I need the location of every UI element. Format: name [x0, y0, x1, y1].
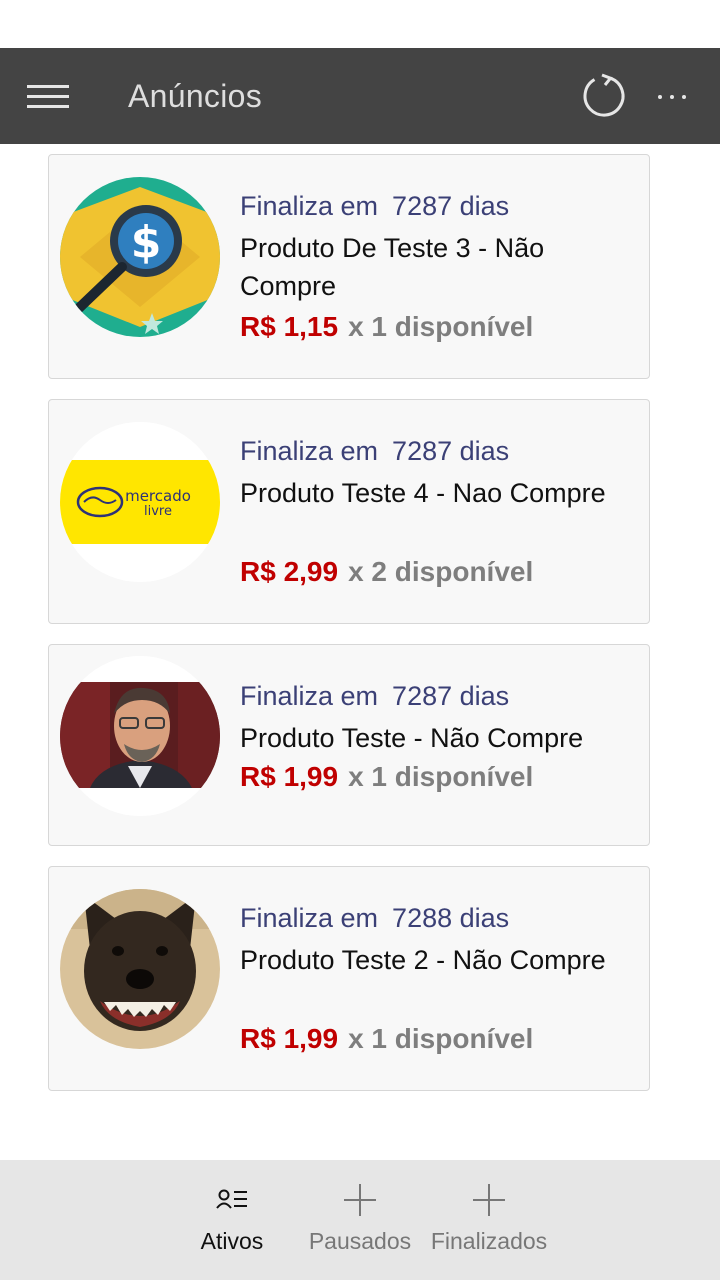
price: R$ 1,99 — [240, 761, 339, 792]
price: R$ 1,15 — [240, 311, 339, 342]
price-line: R$ 1,99 x 1 disponível — [240, 761, 533, 793]
logo-text: mercado — [125, 487, 191, 505]
expires-days: 7287 dias — [392, 436, 510, 466]
listing-title: Produto Teste 4 - Nao Compre — [240, 478, 606, 508]
more-options-icon[interactable] — [652, 78, 692, 114]
expires-label: Finaliza em — [240, 681, 379, 711]
expires-days: 7288 dias — [392, 903, 510, 933]
svg-text:$: $ — [131, 217, 162, 268]
status-bar-area — [0, 0, 720, 48]
expires-label: Finaliza em — [240, 436, 379, 466]
tab-label: Pausados — [308, 1228, 412, 1254]
expires-text: Finaliza em 7287 dias — [240, 436, 509, 467]
bottom-app-bar: Ativos Pausados Finalizados — [0, 1160, 720, 1280]
availability: x 1 disponível — [348, 1023, 534, 1054]
plus-icon — [344, 1184, 376, 1216]
price-line: R$ 2,99 x 2 disponível — [240, 556, 533, 588]
availability: x 2 disponível — [348, 556, 534, 587]
expires-label: Finaliza em — [240, 191, 379, 221]
price-line: R$ 1,15 x 1 disponível — [240, 311, 533, 343]
listing-card[interactable]: Finaliza em 7288 dias Produto Teste 2 - N… — [48, 866, 650, 1091]
listing-title: Produto De Teste 3 - Não Compre — [240, 233, 545, 301]
tab-pausados[interactable]: Pausados — [304, 1160, 416, 1280]
price: R$ 2,99 — [240, 556, 339, 587]
listing-card[interactable]: mercado livre Finaliza em 7287 dias Produ… — [48, 399, 650, 624]
plus-icon — [473, 1184, 505, 1216]
person-list-icon — [216, 1189, 247, 1209]
listing-card[interactable]: Finaliza em 7287 dias Produto Teste - Não… — [48, 644, 650, 846]
man-portrait-photo — [60, 656, 220, 816]
expires-text: Finaliza em 7288 dias — [240, 903, 509, 934]
listing-title: Produto Teste - Não Compre — [240, 723, 584, 753]
tab-label: Finalizados — [430, 1228, 548, 1254]
mercado-livre-logo: mercado livre — [60, 422, 220, 582]
refresh-icon[interactable] — [580, 72, 628, 120]
listing-card[interactable]: $ Finaliza em 7287 dias Produto De Teste … — [48, 154, 650, 379]
brazil-dollar-magnifier-logo: $ — [60, 177, 220, 337]
expires-days: 7287 dias — [392, 681, 510, 711]
availability: x 1 disponível — [348, 311, 534, 342]
page-title: Anúncios — [128, 78, 263, 114]
price-line: R$ 1,99 x 1 disponível — [240, 1023, 533, 1055]
tab-finalizados[interactable]: Finalizados — [424, 1160, 554, 1280]
availability: x 1 disponível — [348, 761, 534, 792]
tab-label: Ativos — [200, 1228, 264, 1254]
price: R$ 1,99 — [240, 1023, 339, 1054]
expires-label: Finaliza em — [240, 903, 379, 933]
hamburger-menu-icon[interactable] — [27, 85, 69, 109]
listing-title: Produto Teste 2 - Não Compre — [240, 945, 606, 975]
tab-ativos[interactable]: Ativos — [186, 1160, 278, 1280]
grinning-dog-photo — [60, 889, 220, 1049]
expires-days: 7287 dias — [392, 191, 510, 221]
app-bar: Anúncios — [0, 48, 720, 144]
expires-text: Finaliza em 7287 dias — [240, 681, 509, 712]
expires-text: Finaliza em 7287 dias — [240, 191, 509, 222]
logo-text: livre — [144, 504, 172, 519]
